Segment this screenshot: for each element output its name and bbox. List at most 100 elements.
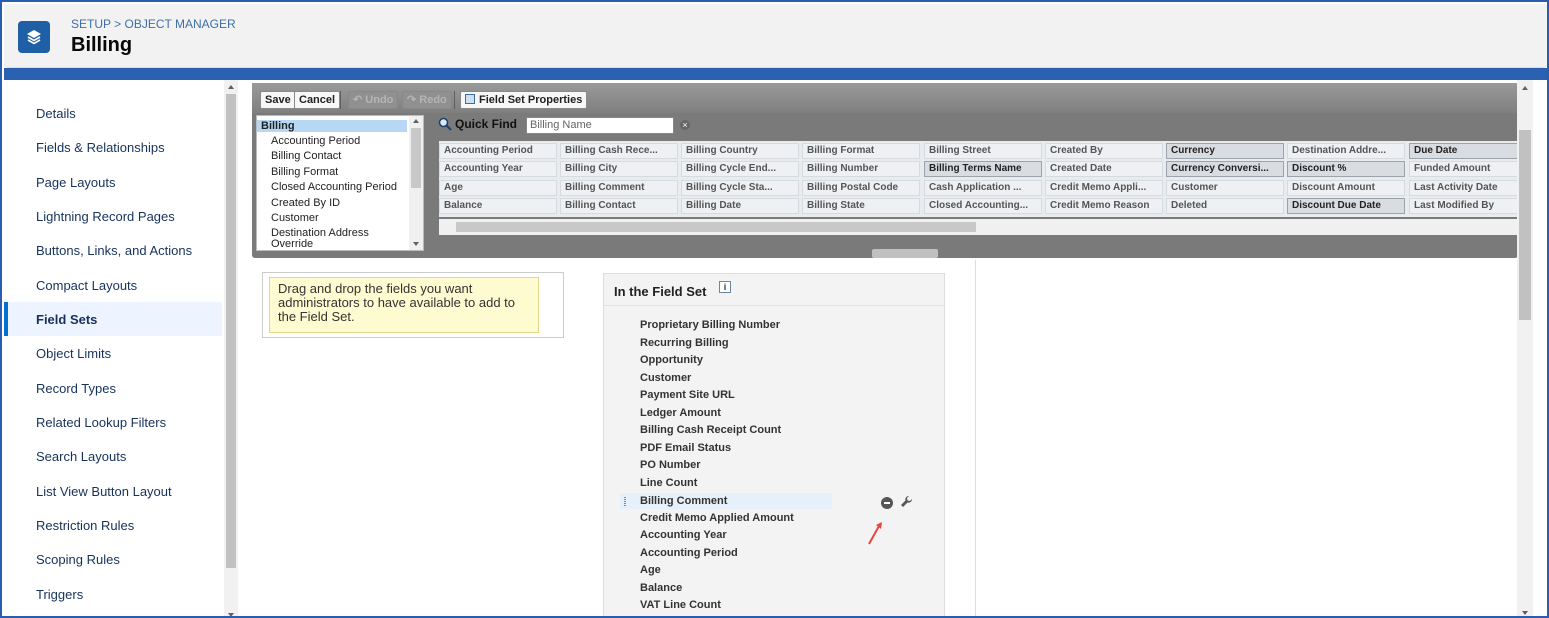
field-set-item[interactable]: Age [640, 564, 661, 576]
clear-search-icon[interactable]: × [680, 120, 690, 130]
field-cell[interactable]: Credit Memo Reason [1045, 198, 1163, 214]
field-set-item[interactable]: Line Count [640, 477, 697, 489]
object-list-item[interactable]: Created By ID [257, 197, 407, 209]
sidebar-item-triggers[interactable]: Triggers [4, 577, 222, 611]
field-cell[interactable]: Billing Cash Rece... [560, 143, 678, 159]
field-cell[interactable]: Discount % [1287, 161, 1405, 177]
object-list-item[interactable]: Billing Contact [257, 150, 407, 162]
field-cell[interactable]: Currency Conversi... [1166, 161, 1284, 177]
field-cell[interactable]: Deleted [1166, 198, 1284, 214]
field-cell[interactable]: Discount Due Date [1287, 198, 1405, 214]
field-grid-scrollbar-thumb[interactable] [456, 222, 976, 232]
field-set-item[interactable]: Accounting Period [640, 547, 738, 559]
field-set-item-selected[interactable]: Billing Comment [620, 493, 832, 509]
field-cell[interactable]: Created By [1045, 143, 1163, 159]
field-cell[interactable]: Due Date [1409, 143, 1518, 159]
field-cell[interactable]: Customer [1166, 180, 1284, 196]
sidebar-item-scoping-rules[interactable]: Scoping Rules [4, 542, 222, 576]
field-cell[interactable]: Credit Memo Appli... [1045, 180, 1163, 196]
cancel-button[interactable]: Cancel [294, 91, 341, 109]
scroll-down-icon[interactable] [413, 242, 419, 246]
remove-icon[interactable] [881, 497, 893, 509]
field-cell[interactable]: Age [439, 180, 557, 196]
field-cell[interactable]: Billing Comment [560, 180, 678, 196]
field-cell[interactable]: Billing Terms Name [924, 161, 1042, 177]
sidebar-item-fields-relationships[interactable]: Fields & Relationships [4, 130, 222, 164]
field-set-properties-button[interactable]: Field Set Properties [460, 91, 588, 109]
object-list[interactable]: Billing Accounting Period Billing Contac… [256, 115, 424, 251]
field-set-item[interactable]: PDF Email Status [640, 442, 731, 454]
sidebar-item-search-layouts[interactable]: Search Layouts [4, 439, 222, 473]
sidebar-item-record-types[interactable]: Record Types [4, 371, 222, 405]
field-cell[interactable]: Billing Cycle End... [681, 161, 799, 177]
field-set-item[interactable]: Ledger Amount [640, 407, 721, 419]
field-set-item[interactable]: Proprietary Billing Number [640, 319, 780, 331]
sidebar-item-details[interactable]: Details [4, 96, 222, 130]
field-cell[interactable]: Currency [1166, 143, 1284, 159]
field-set-item[interactable]: VAT Line Count [640, 599, 721, 611]
field-cell[interactable]: Balance [439, 198, 557, 214]
field-set-item[interactable]: Billing Cash Receipt Count [640, 424, 781, 436]
field-cell[interactable]: Billing Number [802, 161, 920, 177]
sidebar-item-list-view-button-layout[interactable]: List View Button Layout [4, 474, 222, 508]
field-set-item[interactable]: Balance [640, 582, 682, 594]
field-cell[interactable]: Created Date [1045, 161, 1163, 177]
scroll-down-icon[interactable] [1522, 611, 1528, 615]
field-set-item[interactable]: PO Number [640, 459, 701, 471]
field-cell[interactable]: Last Modified By [1409, 198, 1518, 214]
sidebar-scrollbar-thumb[interactable] [226, 94, 236, 568]
sidebar-item-page-layouts[interactable]: Page Layouts [4, 165, 222, 199]
object-list-item[interactable]: Closed Accounting Period [257, 181, 407, 193]
field-set-item[interactable]: Customer [640, 372, 691, 384]
breadcrumb-object-manager[interactable]: OBJECT MANAGER [125, 17, 236, 31]
field-cell[interactable]: Billing Street [924, 143, 1042, 159]
field-cell[interactable]: Billing State [802, 198, 920, 214]
object-list-item[interactable]: Billing [257, 120, 407, 132]
field-cell[interactable]: Billing City [560, 161, 678, 177]
scroll-up-icon[interactable] [1522, 86, 1528, 90]
sidebar-item-compact-layouts[interactable]: Compact Layouts [4, 268, 222, 302]
field-cell[interactable]: Billing Format [802, 143, 920, 159]
field-cell[interactable]: Accounting Year [439, 161, 557, 177]
field-cell[interactable]: Accounting Period [439, 143, 557, 159]
object-list-item[interactable]: Accounting Period [257, 135, 407, 147]
breadcrumb-setup[interactable]: SETUP [71, 17, 111, 31]
field-cell[interactable]: Discount Amount [1287, 180, 1405, 196]
object-list-item[interactable]: Override [257, 238, 407, 250]
sidebar-item-related-lookup-filters[interactable]: Related Lookup Filters [4, 405, 222, 439]
object-list-item[interactable]: Customer [257, 212, 407, 224]
scroll-up-icon[interactable] [413, 119, 419, 123]
field-cell[interactable]: Billing Contact [560, 198, 678, 214]
field-set-item[interactable]: Accounting Year [640, 529, 727, 541]
sidebar-item-object-limits[interactable]: Object Limits [4, 336, 222, 370]
field-cell[interactable]: Billing Cycle Sta... [681, 180, 799, 196]
redo-button[interactable]: ↷ Redo [402, 91, 452, 109]
field-cell[interactable]: Billing Postal Code [802, 180, 920, 196]
field-grid-scrollbar[interactable] [439, 219, 1518, 235]
field-cell[interactable]: Destination Addre... [1287, 143, 1405, 159]
field-cell[interactable]: Billing Country [681, 143, 799, 159]
sidebar-item-restriction-rules[interactable]: Restriction Rules [4, 508, 222, 542]
save-button[interactable]: Save [260, 91, 296, 109]
page-scrollbar-thumb[interactable] [1519, 130, 1531, 320]
quick-find-input[interactable]: Billing Name [526, 117, 674, 134]
object-list-scrollbar-thumb[interactable] [411, 128, 421, 188]
sidebar-item-buttons-links-actions[interactable]: Buttons, Links, and Actions [4, 233, 222, 267]
info-icon[interactable]: i [719, 281, 731, 293]
field-cell[interactable]: Funded Amount [1409, 161, 1518, 177]
field-set-item[interactable]: Payment Site URL [640, 389, 735, 401]
object-list-item[interactable]: Billing Format [257, 166, 407, 178]
drag-handle-icon[interactable] [624, 497, 626, 506]
field-cell[interactable]: Closed Accounting... [924, 198, 1042, 214]
field-cell[interactable]: Last Activity Date [1409, 180, 1518, 196]
field-set-item[interactable]: Opportunity [640, 354, 703, 366]
scroll-up-icon[interactable] [228, 85, 234, 89]
field-cell[interactable]: Billing Date [681, 198, 799, 214]
wrench-icon[interactable] [900, 495, 913, 511]
field-cell[interactable]: Cash Application ... [924, 180, 1042, 196]
undo-button[interactable]: ↶ Undo [348, 91, 399, 109]
sidebar-item-field-sets[interactable]: Field Sets [4, 302, 222, 336]
sidebar-item-lightning-record-pages[interactable]: Lightning Record Pages [4, 199, 222, 233]
field-set-item[interactable]: Credit Memo Applied Amount [640, 512, 794, 524]
palette-resize-handle[interactable] [872, 249, 938, 258]
